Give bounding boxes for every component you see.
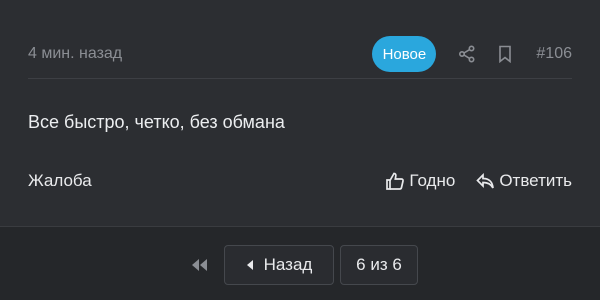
pagination-footer: Назад 6 из 6 xyxy=(0,226,600,300)
comment-meta: 4 мин. назад Новое #106 xyxy=(28,34,572,74)
pagination: Назад 6 из 6 xyxy=(0,245,600,285)
reply-icon xyxy=(476,172,495,189)
divider xyxy=(28,78,572,79)
comment-card: 4 мин. назад Новое #106 Все быстро, четк… xyxy=(0,0,600,226)
thumbs-up-icon xyxy=(386,172,405,190)
like-button[interactable]: Годно xyxy=(385,171,455,191)
new-badge: Новое xyxy=(372,36,437,72)
share-button[interactable] xyxy=(454,41,480,67)
bookmark-button[interactable] xyxy=(492,41,518,67)
first-page-button[interactable] xyxy=(182,245,218,285)
back-label: Назад xyxy=(263,255,313,274)
report-label: Жалоба xyxy=(28,171,92,190)
reply-label: Ответить xyxy=(499,171,572,190)
bookmark-icon xyxy=(499,45,512,63)
comment-body: Все быстро, четко, без обмана xyxy=(28,112,285,132)
share-icon xyxy=(459,45,475,63)
comment-timestamp: 4 мин. назад xyxy=(28,45,123,62)
report-button[interactable]: Жалоба xyxy=(28,171,92,191)
comment-actions: Жалоба Годно Ответить xyxy=(28,166,572,196)
caret-left-icon xyxy=(246,260,253,270)
like-label: Годно xyxy=(409,171,456,190)
post-id[interactable]: #106 xyxy=(536,45,572,63)
back-button[interactable]: Назад xyxy=(224,245,334,285)
double-chevron-left-icon xyxy=(192,259,207,271)
page-indicator: 6 из 6 xyxy=(340,245,418,285)
reply-button[interactable]: Ответить xyxy=(475,171,572,191)
